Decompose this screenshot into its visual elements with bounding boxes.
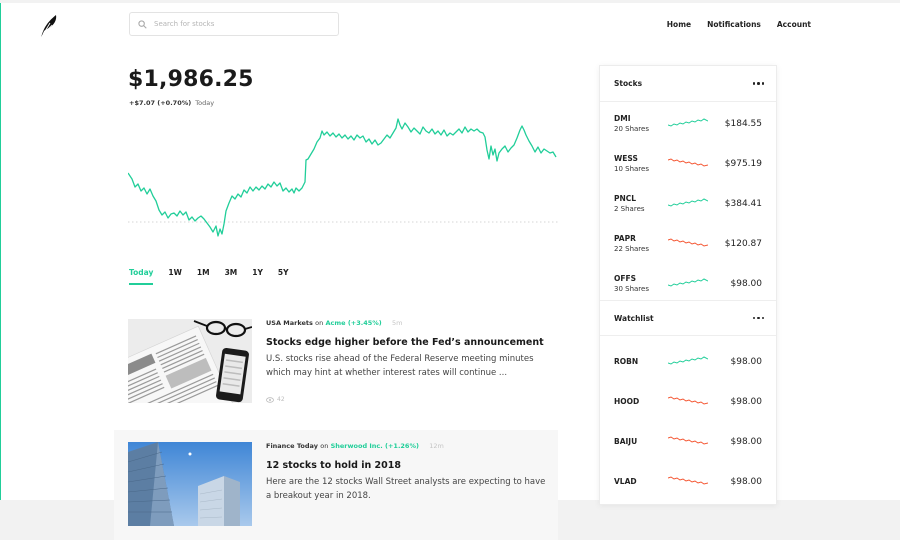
news-summary: U.S. stocks rise ahead of the Federal Re… xyxy=(266,354,534,378)
stocks-more-icon[interactable] xyxy=(752,78,764,89)
sparkline-up xyxy=(668,278,708,287)
watchlist-price: $98.00 xyxy=(730,357,763,367)
news-image-newspaper xyxy=(128,319,252,403)
news-on-label: on xyxy=(320,442,329,450)
stock-shares: 30 Shares xyxy=(614,285,649,293)
time-range-tabs: Today 1W 1M 3M 1Y 5Y xyxy=(129,268,304,285)
stock-symbol: WESS xyxy=(614,154,638,163)
search-box[interactable] xyxy=(129,12,339,36)
watchlist-symbol: ROBN xyxy=(614,357,639,366)
stock-symbol: PNCL xyxy=(614,194,637,203)
search-icon xyxy=(138,19,147,29)
news-title[interactable]: 12 stocks to hold in 2018 xyxy=(266,460,551,471)
stocks-header: Stocks xyxy=(600,66,776,102)
stock-shares: 2 Shares xyxy=(614,205,645,213)
sparkline-down xyxy=(668,476,708,485)
watchlist-list: ROBN $98.00 HOOD $98.00 BAIJU $98.00 VLAD $98.0… xyxy=(600,336,776,500)
app-window: Home Notifications Account $1,986.25 +$7… xyxy=(0,3,900,540)
news-card[interactable]: USA Markets on Acme (+3.45%) 5m Stocks e… xyxy=(114,307,558,417)
nav-notifications-link[interactable]: Notifications xyxy=(707,20,761,29)
portfolio-change: +$7.07 (+0.70%) Today xyxy=(129,99,214,107)
news-meta: USA Markets on Acme (+3.45%) 5m xyxy=(266,319,551,327)
range-tab-1w[interactable]: 1W xyxy=(168,268,182,285)
watchlist-row[interactable]: BAIJU $98.00 xyxy=(600,420,776,460)
feather-logo-icon[interactable] xyxy=(37,13,59,39)
sparkline-down xyxy=(668,158,708,167)
portfolio-value: $1,986.25 xyxy=(128,67,254,92)
news-body: USA Markets on Acme (+3.45%) 5m Stocks e… xyxy=(266,319,551,403)
portfolio-sidebar: Stocks DMI 20 Shares $184.55 WESS 10 Shares $… xyxy=(599,65,777,505)
news-image-skyscrapers xyxy=(128,442,252,526)
news-summary: Here are the 12 stocks Wall Street analy… xyxy=(266,477,546,501)
news-body: Finance Today on Sherwood Inc. (+1.26%) … xyxy=(266,442,551,503)
sparkline-up xyxy=(668,356,708,365)
news-title[interactable]: Stocks edge higher before the Fed’s anno… xyxy=(266,337,551,348)
watchlist-row[interactable]: HOOD $98.00 xyxy=(600,380,776,420)
watchlist-row[interactable]: VLAD $98.00 xyxy=(600,460,776,500)
range-tab-1y[interactable]: 1Y xyxy=(252,268,263,285)
range-tab-1m[interactable]: 1M xyxy=(197,268,210,285)
stock-symbol: DMI xyxy=(614,114,631,123)
watchlist-price: $98.00 xyxy=(730,437,763,447)
portfolio-line xyxy=(128,118,557,237)
search-input[interactable] xyxy=(154,20,334,28)
news-meta: Finance Today on Sherwood Inc. (+1.26%) … xyxy=(266,442,551,450)
news-source[interactable]: Finance Today xyxy=(266,442,318,450)
news-card[interactable]: Finance Today on Sherwood Inc. (+1.26%) … xyxy=(114,430,558,540)
stock-symbol: OFFS xyxy=(614,274,637,283)
stock-row[interactable]: PAPR 22 Shares $120.87 xyxy=(600,224,776,264)
range-tab-5y[interactable]: 5Y xyxy=(278,268,289,285)
watchlist-symbol: VLAD xyxy=(614,477,637,486)
stock-row[interactable]: DMI 20 Shares $184.55 xyxy=(600,104,776,144)
watchlist-price: $98.00 xyxy=(730,477,763,487)
eye-icon xyxy=(266,396,274,403)
range-tab-today[interactable]: Today xyxy=(129,268,154,285)
stock-price: $184.55 xyxy=(724,119,762,129)
watchlist-row[interactable]: ROBN $98.00 xyxy=(600,340,776,380)
news-age: 12m xyxy=(429,442,444,450)
top-nav: Home Notifications Account xyxy=(667,20,811,29)
news-views-count: 42 xyxy=(277,396,285,403)
watchlist-price: $98.00 xyxy=(730,397,763,407)
stock-shares: 10 Shares xyxy=(614,165,649,173)
sparkline-up xyxy=(668,198,708,207)
portfolio-change-amount: +$7.07 (+0.70%) xyxy=(129,99,192,107)
news-source[interactable]: USA Markets xyxy=(266,319,313,327)
stocks-list: DMI 20 Shares $184.55 WESS 10 Shares $975.19 P… xyxy=(600,102,776,300)
portfolio-change-period: Today xyxy=(195,99,215,107)
portfolio-chart[interactable] xyxy=(128,115,558,245)
nav-home-link[interactable]: Home xyxy=(667,20,691,29)
sparkline-down xyxy=(668,436,708,445)
news-on-label: on xyxy=(315,319,324,327)
stock-row[interactable]: PNCL 2 Shares $384.41 xyxy=(600,184,776,224)
sparkline-up xyxy=(668,118,708,127)
watchlist-header: Watchlist xyxy=(600,300,776,336)
news-ticker[interactable]: Acme (+3.45%) xyxy=(326,319,382,327)
news-views: 42 xyxy=(266,396,551,403)
stock-row[interactable]: WESS 10 Shares $975.19 xyxy=(600,144,776,184)
stocks-label: Stocks xyxy=(614,79,643,88)
range-tab-3m[interactable]: 3M xyxy=(225,268,238,285)
stock-price: $975.19 xyxy=(724,159,762,169)
watchlist-more-icon[interactable] xyxy=(752,313,764,324)
stock-price: $98.00 xyxy=(730,279,763,289)
stock-shares: 22 Shares xyxy=(614,245,649,253)
stock-shares: 20 Shares xyxy=(614,125,649,133)
stock-row[interactable]: OFFS 30 Shares $98.00 xyxy=(600,264,776,304)
watchlist-symbol: HOOD xyxy=(614,397,640,406)
watchlist-symbol: BAIJU xyxy=(614,437,638,446)
watchlist-label: Watchlist xyxy=(614,313,654,323)
nav-account-link[interactable]: Account xyxy=(777,20,811,29)
sparkline-down xyxy=(668,396,708,405)
sparkline-down xyxy=(668,238,708,247)
news-ticker[interactable]: Sherwood Inc. (+1.26%) xyxy=(331,442,419,450)
stock-symbol: PAPR xyxy=(614,234,636,243)
stock-price: $384.41 xyxy=(724,199,762,209)
news-age: 5m xyxy=(392,319,403,327)
stock-price: $120.87 xyxy=(724,239,762,249)
